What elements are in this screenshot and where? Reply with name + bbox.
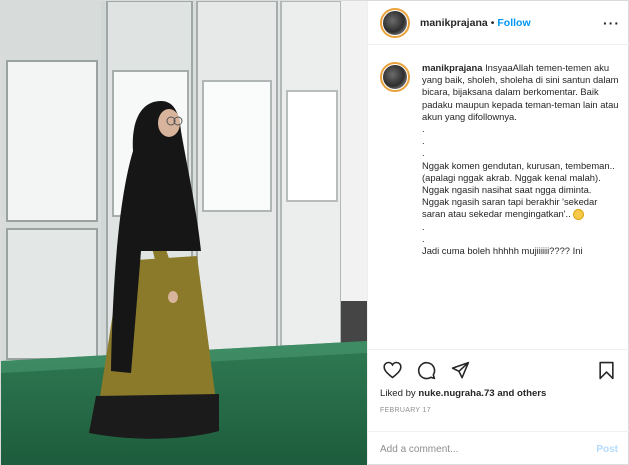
header-separator: • [490, 16, 495, 29]
post-date[interactable]: February 17 [380, 407, 618, 414]
comments-area[interactable]: manikprajana InsyaaAllah temen-temen aku… [368, 46, 629, 349]
post-photo[interactable] [1, 1, 367, 465]
heart-icon[interactable] [380, 358, 404, 382]
action-icons [380, 350, 618, 390]
caption-avatar[interactable] [380, 62, 410, 92]
header-username[interactable]: manikprajana [420, 17, 488, 29]
follow-button[interactable]: Follow [497, 17, 530, 29]
grinning-face-emoji-icon [573, 209, 585, 221]
comment-input[interactable] [380, 443, 597, 455]
post-actions: Liked by nuke.nugraha.73 and others Febr… [368, 349, 629, 414]
instagram-post-modal: manikprajana • Follow ··· manikprajana I… [0, 0, 629, 465]
post-header: manikprajana • Follow ··· [368, 1, 629, 45]
likes-others-link[interactable]: and others [497, 388, 546, 399]
caption: manikprajana InsyaaAllah temen-temen aku… [380, 62, 620, 257]
photo-illustration [1, 1, 367, 465]
caption-tail: . . Jadi cuma boleh hhhhh mujiiiiii???? … [422, 220, 583, 257]
bookmark-icon[interactable] [594, 358, 618, 382]
likes-prefix: Liked by [380, 388, 416, 399]
comment-icon[interactable] [414, 358, 438, 382]
add-comment-bar: Post [368, 431, 629, 465]
post-side-panel: manikprajana • Follow ··· manikprajana I… [367, 1, 629, 465]
caption-text-block: manikprajana InsyaaAllah temen-temen aku… [422, 62, 620, 257]
likes-summary: Liked by nuke.nugraha.73 and others [380, 388, 618, 399]
share-icon[interactable] [448, 358, 472, 382]
more-options-icon[interactable]: ··· [603, 15, 620, 31]
likes-user-link[interactable]: nuke.nugraha.73 [418, 388, 494, 399]
post-comment-button[interactable]: Post [596, 444, 618, 455]
caption-body: InsyaaAllah temen-temen aku yang baik, s… [422, 62, 619, 220]
avatar[interactable] [380, 7, 410, 38]
caption-username[interactable]: manikprajana [422, 62, 482, 73]
